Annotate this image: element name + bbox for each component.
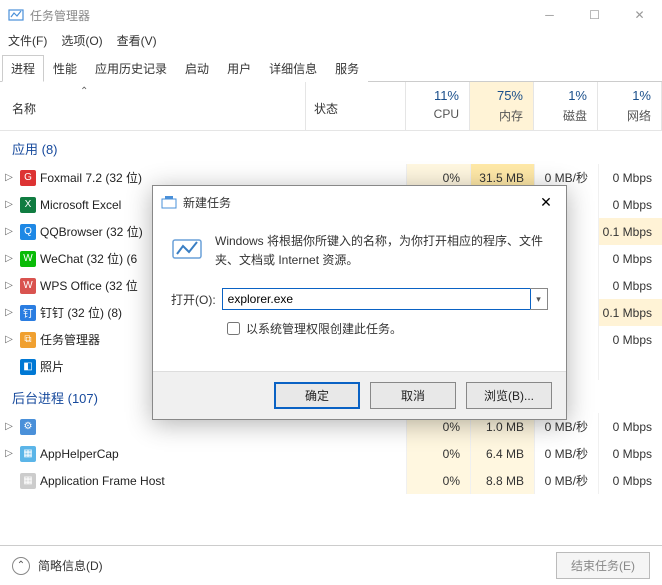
admin-checkbox[interactable] xyxy=(227,322,240,335)
foxmail-icon: G xyxy=(20,170,36,186)
tab-history[interactable]: 应用历史记录 xyxy=(86,55,176,82)
tab-details[interactable]: 详细信息 xyxy=(260,55,326,82)
wechat-icon: W xyxy=(20,251,36,267)
group-apps-title: 应用 (8) xyxy=(0,131,662,164)
tab-startup[interactable]: 启动 xyxy=(176,55,218,82)
chevron-right-icon[interactable]: ▷ xyxy=(0,253,18,264)
chevron-right-icon[interactable]: ▷ xyxy=(0,334,18,345)
wps-icon: W xyxy=(20,278,36,294)
window-titlebar: 任务管理器 ─ ☐ ✕ xyxy=(0,0,662,30)
net-label: 网络 xyxy=(602,107,651,124)
browse-button[interactable]: 浏览(B)... xyxy=(466,382,552,409)
column-status[interactable]: 状态 xyxy=(306,82,406,130)
footer: ⌃ 简略信息(D) 结束任务(E) xyxy=(0,545,662,585)
disk-percent: 1% xyxy=(538,88,587,103)
column-net[interactable]: 1% 网络 xyxy=(598,82,662,130)
new-task-dialog: 新建任务 ✕ Windows 将根据你所键入的名称，为你打开相应的程序、文件夹、… xyxy=(152,185,567,420)
cell-net: 0 Mbps xyxy=(598,440,662,467)
generic-app-icon: ▦ xyxy=(20,473,36,489)
cell-disk: 0 MB/秒 xyxy=(534,467,598,494)
excel-icon: X xyxy=(20,197,36,213)
window-title: 任务管理器 xyxy=(30,7,527,24)
run-icon xyxy=(171,232,203,264)
table-row[interactable]: ▦ Application Frame Host 0% 8.8 MB 0 MB/… xyxy=(0,467,662,494)
cell-net: 0.1 Mbps xyxy=(598,299,662,326)
admin-checkbox-label: 以系统管理权限创建此任务。 xyxy=(246,320,402,337)
chevron-right-icon[interactable]: ▷ xyxy=(0,226,18,237)
menu-file[interactable]: 文件(F) xyxy=(4,30,51,51)
tab-services[interactable]: 服务 xyxy=(326,55,368,82)
dialog-body: Windows 将根据你所键入的名称，为你打开相应的程序、文件夹、文档或 Int… xyxy=(153,218,566,347)
chevron-right-icon[interactable]: ▷ xyxy=(0,199,18,210)
tab-users[interactable]: 用户 xyxy=(218,55,260,82)
column-mem[interactable]: 75% 内存 xyxy=(470,82,534,130)
dialog-titlebar: 新建任务 ✕ xyxy=(153,186,566,218)
cell-disk: 0 MB/秒 xyxy=(534,440,598,467)
cell-cpu: 0% xyxy=(406,440,470,467)
end-task-button[interactable]: 结束任务(E) xyxy=(556,552,650,579)
dialog-message: Windows 将根据你所键入的名称，为你打开相应的程序、文件夹、文档或 Int… xyxy=(215,232,548,270)
cell-mem: 6.4 MB xyxy=(470,440,534,467)
open-input[interactable] xyxy=(222,288,531,310)
chevron-right-icon[interactable]: ▷ xyxy=(0,448,18,459)
dropdown-icon[interactable]: ▾ xyxy=(530,288,548,310)
cell-net: 0.1 Mbps xyxy=(598,218,662,245)
taskmgr-app-icon: ⧉ xyxy=(20,332,36,348)
generic-app-icon: ▦ xyxy=(20,446,36,462)
cancel-button[interactable]: 取消 xyxy=(370,382,456,409)
dialog-close-button[interactable]: ✕ xyxy=(526,186,566,218)
qqbrowser-icon: Q xyxy=(20,224,36,240)
menubar: 文件(F) 选项(O) 查看(V) xyxy=(0,30,662,50)
cell-mem: 8.8 MB xyxy=(470,467,534,494)
ok-button[interactable]: 确定 xyxy=(274,382,360,409)
column-name[interactable]: ⌃ 名称 xyxy=(0,82,306,130)
cell-net xyxy=(598,353,662,380)
run-dialog-icon xyxy=(161,194,177,210)
column-headers: ⌃ 名称 状态 11% CPU 75% 内存 1% 磁盘 1% 网络 xyxy=(0,82,662,131)
cell-net: 0 Mbps xyxy=(598,413,662,440)
process-name: Application Frame Host xyxy=(40,474,406,488)
photos-icon: ◧ xyxy=(20,359,36,375)
table-row[interactable]: ▷ ▦ AppHelperCap 0% 6.4 MB 0 MB/秒 0 Mbps xyxy=(0,440,662,467)
simple-view-link[interactable]: 简略信息(D) xyxy=(38,557,556,574)
taskmgr-icon xyxy=(8,7,24,23)
dialog-button-row: 确定 取消 浏览(B)... xyxy=(153,371,566,419)
process-name: AppHelperCap xyxy=(40,447,406,461)
chevron-right-icon[interactable]: ▷ xyxy=(0,307,18,318)
window-minimize-button[interactable]: ─ xyxy=(527,0,572,30)
cell-cpu: 0% xyxy=(406,467,470,494)
tab-processes[interactable]: 进程 xyxy=(2,55,44,82)
chevron-up-icon[interactable]: ⌃ xyxy=(12,557,30,575)
gear-icon: ⚙ xyxy=(20,419,36,435)
cell-net: 0 Mbps xyxy=(598,245,662,272)
column-cpu[interactable]: 11% CPU xyxy=(406,82,470,130)
window-close-button[interactable]: ✕ xyxy=(617,0,662,30)
cell-net: 0 Mbps xyxy=(598,191,662,218)
sort-indicator-icon: ⌃ xyxy=(80,86,88,97)
mem-label: 内存 xyxy=(474,107,523,124)
cell-net: 0 Mbps xyxy=(598,164,662,191)
mem-percent: 75% xyxy=(474,88,523,103)
open-label: 打开(O): xyxy=(171,291,216,308)
window-maximize-button[interactable]: ☐ xyxy=(572,0,617,30)
net-percent: 1% xyxy=(602,88,651,103)
menu-options[interactable]: 选项(O) xyxy=(57,30,106,51)
disk-label: 磁盘 xyxy=(538,107,587,124)
tab-strip: 进程 性能 应用历史记录 启动 用户 详细信息 服务 xyxy=(0,54,662,82)
tab-performance[interactable]: 性能 xyxy=(44,55,86,82)
column-name-label: 名称 xyxy=(12,102,36,116)
cpu-percent: 11% xyxy=(410,88,459,103)
dingding-icon: 钉 xyxy=(20,305,36,321)
cell-net: 0 Mbps xyxy=(598,326,662,353)
chevron-right-icon[interactable]: ▷ xyxy=(0,172,18,183)
process-name: Foxmail 7.2 (32 位) xyxy=(40,169,406,186)
cell-net: 0 Mbps xyxy=(598,467,662,494)
chevron-right-icon[interactable]: ▷ xyxy=(0,421,18,432)
cell-net: 0 Mbps xyxy=(598,272,662,299)
cpu-label: CPU xyxy=(410,107,459,121)
menu-view[interactable]: 查看(V) xyxy=(113,30,161,51)
column-disk[interactable]: 1% 磁盘 xyxy=(534,82,598,130)
dialog-title: 新建任务 xyxy=(183,194,526,211)
chevron-right-icon[interactable]: ▷ xyxy=(0,280,18,291)
